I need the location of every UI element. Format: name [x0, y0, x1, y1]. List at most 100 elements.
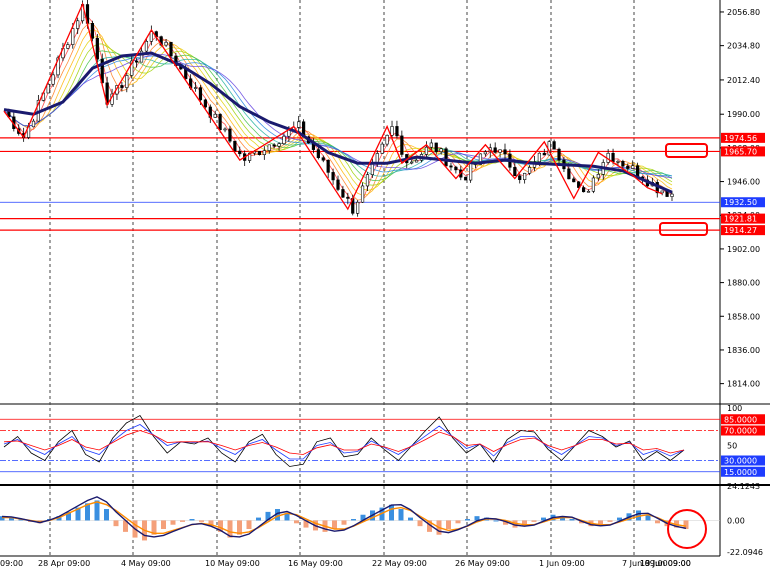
candle-body: [493, 147, 497, 153]
candle-body: [483, 151, 487, 155]
price-tick-label: 1814.00: [727, 380, 760, 389]
candle-body: [331, 172, 335, 181]
oscillator-tick-label: 100: [727, 404, 742, 413]
candle-body: [365, 174, 370, 187]
macd-tick-label: 24.1243: [727, 482, 760, 491]
time-axis-label: 26 May 09:00: [455, 559, 510, 568]
macd-tick-label: -22.0946: [727, 548, 763, 557]
macd-histogram-bar: [531, 520, 537, 522]
macd-histogram-bar: [465, 519, 470, 521]
time-axis-label: 09:00: [0, 559, 23, 568]
candle-body: [439, 148, 443, 152]
macd-histogram-bar: [455, 520, 461, 524]
candle-body: [71, 28, 75, 45]
candle-body: [356, 201, 360, 214]
candle-body: [262, 150, 266, 155]
candle-body: [395, 126, 399, 137]
time-axis-label: 1 Jun 09:00: [539, 559, 585, 568]
candle-body: [233, 140, 237, 152]
candle-body: [31, 120, 36, 128]
macd-histogram-bar: [104, 509, 109, 521]
candle-body: [567, 168, 571, 180]
price-tick-label: 1858.00: [727, 312, 760, 321]
candle-body: [336, 179, 340, 190]
candle-body: [213, 113, 217, 118]
price-tick-label: 1880.00: [727, 279, 760, 288]
candle-body: [321, 157, 325, 161]
candle-body: [316, 149, 320, 159]
price-tick-label: 1990.00: [727, 110, 760, 119]
candle-body: [552, 141, 556, 150]
macd-histogram-bar: [161, 520, 166, 530]
candle-body: [380, 143, 384, 154]
candle-body: [51, 74, 55, 85]
candle-body: [370, 162, 374, 175]
macd-histogram-bar: [607, 520, 613, 522]
macd-histogram-bar: [256, 517, 261, 521]
time-axis-label: 10 May 09:00: [205, 559, 260, 568]
candle-body: [46, 83, 50, 94]
level-label: 1965.70: [724, 147, 757, 156]
macd-histogram-bar: [655, 520, 660, 524]
price-tick-label: 1902.00: [727, 245, 760, 254]
candle-body: [616, 161, 620, 163]
candle-body: [636, 165, 640, 178]
oscillator-level-label: 70.0000: [724, 427, 757, 436]
candle-body: [66, 44, 70, 49]
macd-histogram-bar: [332, 520, 337, 530]
macd-histogram-bar: [493, 520, 499, 522]
candle-body: [621, 161, 625, 167]
macd-histogram-bar: [417, 520, 423, 527]
macd-histogram-bar: [199, 520, 204, 522]
macd-histogram-bar: [170, 520, 176, 525]
time-axis-label: 28 Apr 09:00: [38, 559, 90, 568]
level-label: 1921.81: [724, 215, 757, 224]
macd-histogram-bar: [408, 517, 413, 521]
candle-body: [223, 128, 227, 131]
price-tick-label: 2056.80: [727, 8, 760, 17]
time-axis-label: 16 May 09:00: [288, 559, 343, 568]
candle-body: [660, 190, 664, 194]
macd-histogram-bar: [446, 520, 451, 530]
candle-body: [282, 135, 286, 145]
candle-body: [518, 175, 522, 180]
candle-body: [193, 87, 198, 89]
candle-body: [375, 153, 379, 164]
candle-body: [238, 150, 242, 155]
candle-body: [390, 126, 394, 136]
candle-body: [469, 163, 473, 181]
candle-body: [611, 152, 615, 162]
price-tick-label: 2034.80: [727, 42, 760, 51]
price-tick-label: 2012.40: [727, 76, 760, 85]
candle-body: [125, 75, 129, 88]
candle-body: [572, 178, 576, 183]
candle-body: [414, 159, 419, 163]
candle-body: [591, 177, 596, 192]
candle-body: [267, 144, 271, 151]
candle-body: [631, 165, 635, 169]
level-label: 1932.50: [724, 198, 757, 207]
candle-body: [203, 99, 207, 108]
candle-body: [537, 152, 541, 163]
candle-body: [498, 149, 502, 153]
candle-body: [360, 185, 365, 203]
candle-body: [169, 41, 173, 57]
candle-body: [503, 149, 507, 155]
macd-histogram-bar: [113, 520, 119, 527]
oscillator-level-label: 85.0000: [724, 415, 757, 424]
candle-body: [670, 193, 674, 197]
level-label: 1974.56: [724, 134, 757, 143]
oscillator-tick-label: 50: [727, 442, 737, 451]
time-axis-label: 4 May 09:00: [121, 559, 171, 568]
candle-body: [218, 113, 222, 131]
candle-body: [144, 40, 149, 52]
candle-body: [272, 144, 276, 147]
candle-body: [164, 41, 168, 46]
candle-body: [120, 85, 124, 88]
candle-body: [542, 152, 546, 156]
candle-body: [449, 165, 453, 168]
candle-body: [346, 196, 350, 199]
candle-body: [434, 142, 438, 152]
candle-body: [385, 134, 389, 145]
macd-histogram-bar: [389, 504, 394, 521]
